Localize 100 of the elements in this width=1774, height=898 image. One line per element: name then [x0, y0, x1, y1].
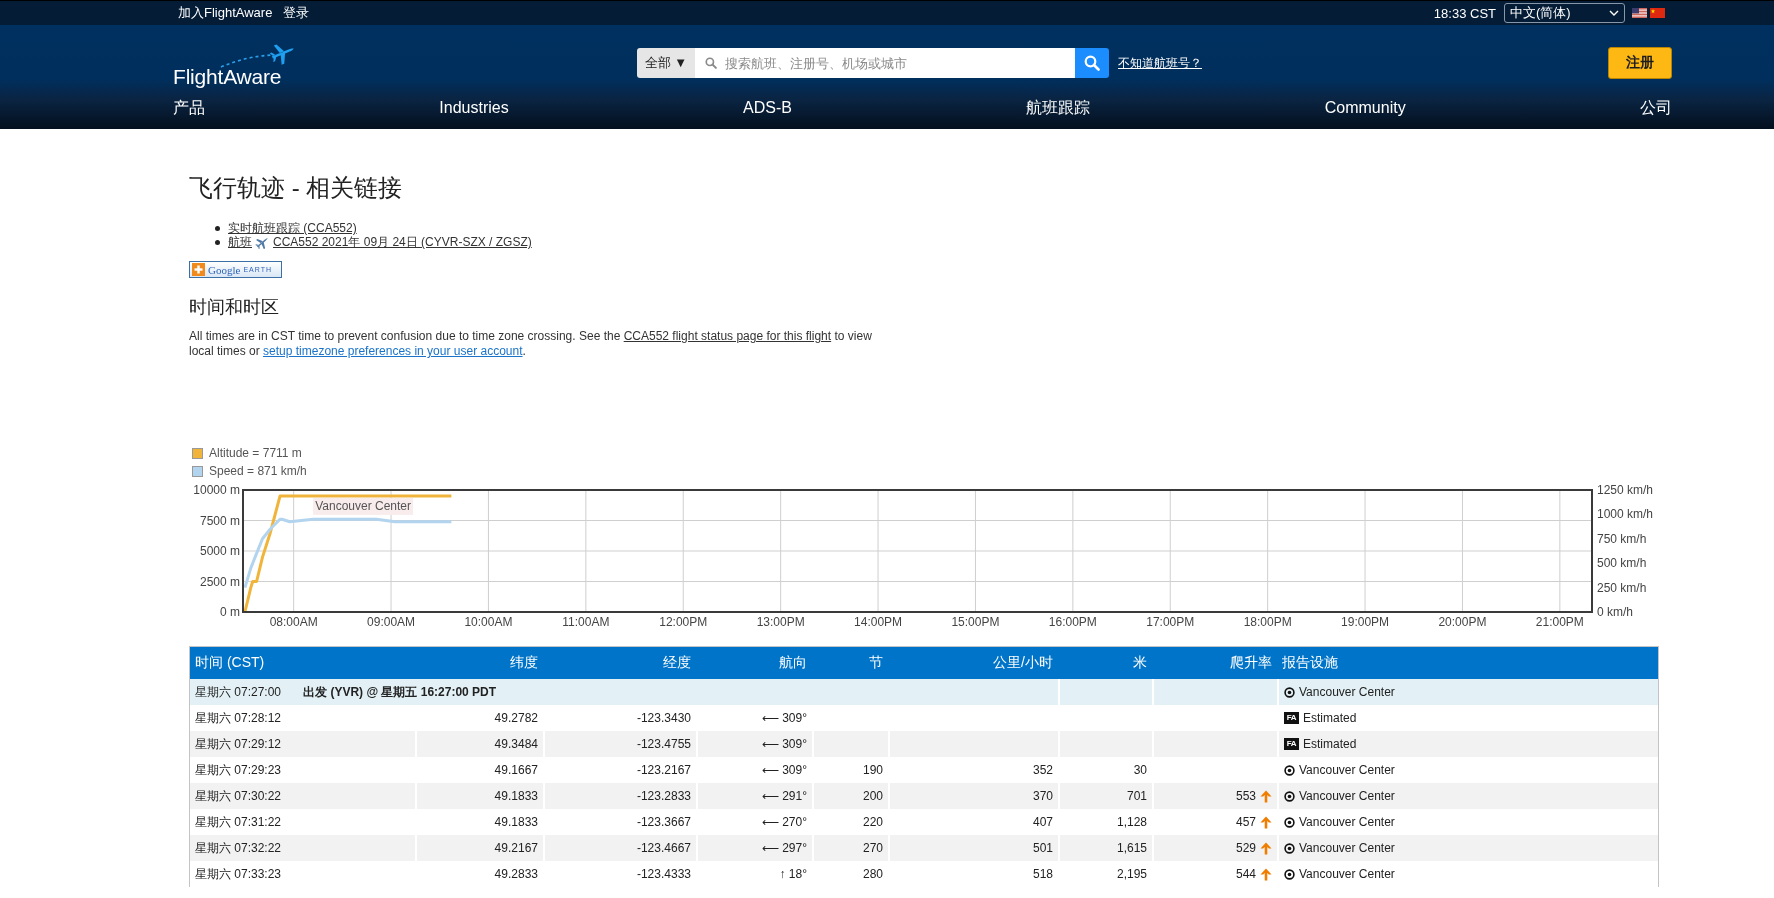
- top-link[interactable]: 加入FlightAware: [178, 4, 273, 22]
- latitude-value: 49.3484: [494, 737, 538, 751]
- speed-knots-value: 280: [862, 867, 883, 881]
- y-axis-label: 7500 m: [199, 513, 240, 528]
- latitude-value: 49.2167: [494, 841, 538, 855]
- scope-dropdown[interactable]: 全部 ▼: [637, 48, 695, 78]
- flight-link[interactable]: 航班 CCA552 2021年 09月 24日 (CYVR-SZX / ZGSZ): [228, 235, 532, 249]
- search-icon: [705, 57, 717, 69]
- help-link[interactable]: 不知道航班号？: [1118, 54, 1202, 72]
- column-header: 米: [1132, 654, 1148, 672]
- time-text: 星期六 07:31:22: [195, 813, 282, 831]
- column-header: 时间 (CST): [194, 654, 266, 672]
- facility-name: Vancouver Center: [1299, 815, 1395, 829]
- climb-rate-value: 553: [1235, 789, 1256, 803]
- speed-knots-value: 200: [862, 789, 883, 803]
- latitude-value: 49.2833: [494, 867, 538, 881]
- x-axis-label: 21:00PM: [1535, 615, 1584, 629]
- time-text: 星期六 07:30:22: [195, 787, 282, 805]
- time-text: 星期六 07:32:22: [195, 839, 282, 857]
- fa-logo: FA: [1284, 738, 1299, 750]
- longitude-value: -123.4333: [636, 867, 691, 881]
- x-axis-label: 16:00PM: [1048, 615, 1097, 629]
- y-axis-label: 1000 km/h: [1597, 507, 1654, 522]
- timezone-note: All times are in CST time to prevent confusion due to time zone crossing. See the CCA552 flight status page for this flight to view local times or setup timezone preferences in your user account.: [189, 329, 873, 359]
- signup-button[interactable]: 注册: [1608, 47, 1672, 79]
- y-axis-label: 0 km/h: [1597, 605, 1633, 619]
- speed-kmh-value: 501: [1032, 841, 1053, 855]
- column-header: 节: [868, 654, 884, 672]
- speed-knots-value: 190: [862, 763, 883, 777]
- y-axis-label: 10000 m: [193, 483, 240, 497]
- speed-kmh-value: 407: [1032, 815, 1053, 829]
- nav-item[interactable]: 航班跟踪: [1026, 97, 1091, 119]
- x-axis-label: 10:00AM: [464, 615, 513, 629]
- x-axis-label: 08:00AM: [269, 615, 318, 629]
- x-axis-label: 12:00PM: [659, 615, 708, 629]
- note-link[interactable]: CCA552 flight status page for this flight: [623, 329, 832, 343]
- bullet-icon: [215, 239, 220, 245]
- longitude-value: -123.2833: [636, 789, 691, 803]
- nav-item[interactable]: 公司: [1640, 97, 1672, 119]
- altitude-value: 30: [1133, 763, 1147, 777]
- nav-item[interactable]: Community: [1324, 99, 1406, 117]
- altitude-value: 2,195: [1116, 867, 1147, 881]
- target-icon: [1284, 764, 1295, 776]
- x-axis-label: 19:00PM: [1341, 615, 1390, 629]
- latitude-value: 49.2782: [494, 711, 538, 725]
- longitude-value: -123.3430: [636, 711, 691, 725]
- longitude-value: -123.3667: [636, 815, 691, 829]
- longitude-value: -123.4667: [636, 841, 691, 855]
- target-icon: [1284, 686, 1295, 698]
- climb-rate-value: 529: [1235, 841, 1256, 855]
- column-header: 报告设施: [1281, 654, 1339, 672]
- time-text: 星期六 07:27:00: [195, 683, 282, 701]
- search-icon: [1084, 55, 1100, 71]
- facility-name: Vancouver Center: [1299, 841, 1395, 855]
- y-axis-label: 500 km/h: [1597, 556, 1647, 571]
- heading-value: ⟵ 291°: [761, 789, 807, 803]
- y-axis-label: 750 km/h: [1597, 531, 1647, 546]
- x-axis-label: 14:00PM: [854, 615, 903, 629]
- top-link[interactable]: 登录: [283, 4, 310, 22]
- column-header: 爬升率: [1229, 654, 1273, 672]
- search-field[interactable]: 搜索航班、注册号、机场或城市: [695, 48, 1075, 78]
- longitude-value: -123.2167: [636, 763, 691, 777]
- altitude-value: 1,128: [1116, 815, 1147, 829]
- time-text: 星期六 07:28:12: [195, 709, 282, 727]
- x-axis-label: 13:00PM: [756, 615, 805, 629]
- fa-logo: FA: [1284, 712, 1299, 724]
- nav-item[interactable]: Industries: [439, 99, 509, 117]
- event-text: 出发 (YVR) @ 星期五 16:27:00 PDT: [303, 683, 497, 701]
- note-link[interactable]: setup timezone preferences in your user account: [263, 344, 523, 358]
- longitude-value: -123.4755: [636, 737, 691, 751]
- nav-item[interactable]: ADS-B: [743, 99, 792, 117]
- language-select[interactable]: 中文(简体): [1504, 3, 1625, 23]
- altitude-value: 701: [1126, 789, 1147, 803]
- column-header: 纬度: [509, 654, 539, 672]
- tracking-link[interactable]: 实时航班跟踪 (CCA552): [228, 221, 357, 235]
- x-axis-label: 18:00PM: [1243, 615, 1292, 629]
- x-axis-label: 20:00PM: [1438, 615, 1487, 629]
- section-title: 时间和时区: [189, 296, 279, 318]
- search-button[interactable]: [1075, 48, 1109, 78]
- target-icon: [1284, 816, 1295, 828]
- speed-kmh-value: 370: [1032, 789, 1053, 803]
- heading-value: ⟵ 309°: [761, 737, 807, 751]
- heading-value: ⟵ 270°: [761, 815, 807, 829]
- nav-item[interactable]: 产品: [173, 97, 205, 119]
- speed-knots-value: 270: [862, 841, 883, 855]
- column-header: 公里/小时: [992, 654, 1054, 672]
- altitude-value: 1,615: [1116, 841, 1147, 855]
- speed-knots-value: 220: [862, 815, 883, 829]
- x-axis-label: 09:00AM: [367, 615, 416, 629]
- chevron-down-icon: [1609, 10, 1619, 16]
- heading-value: ⟵ 297°: [761, 841, 807, 855]
- facility-name: Estimated: [1303, 711, 1357, 725]
- legend-label: Altitude = 7711 m: [209, 446, 302, 460]
- site-logo[interactable]: FlightAware: [173, 42, 297, 88]
- x-axis-label: 15:00PM: [951, 615, 1000, 629]
- y-axis-label: 0 m: [220, 605, 240, 619]
- latitude-value: 49.1833: [494, 789, 538, 803]
- us-flag-icon[interactable]: [1632, 8, 1647, 18]
- target-icon: [1284, 790, 1295, 802]
- facility-name: Vancouver Center: [1299, 789, 1395, 803]
